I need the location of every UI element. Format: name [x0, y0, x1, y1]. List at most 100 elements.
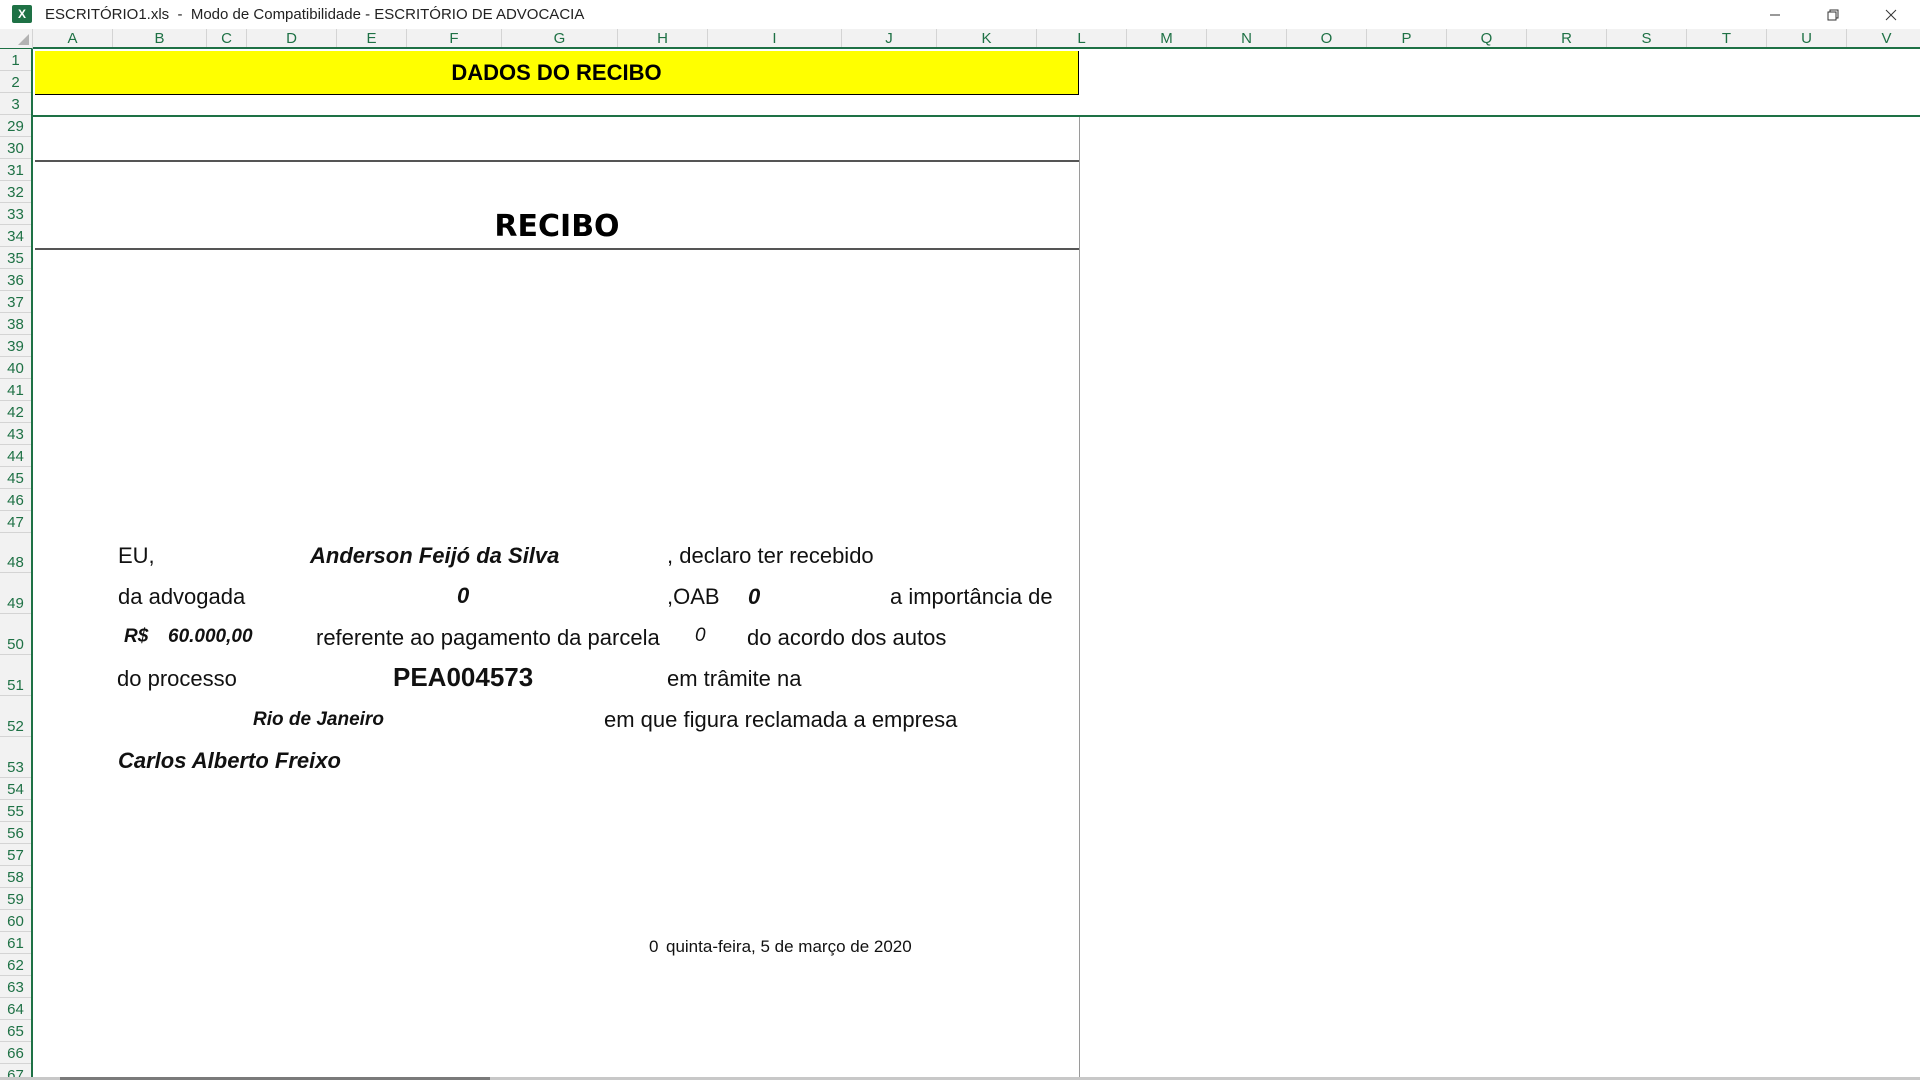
- recibo-title[interactable]: RECIBO: [35, 209, 1079, 244]
- row-header-29[interactable]: 29: [0, 115, 31, 137]
- column-header-q[interactable]: Q: [1447, 29, 1527, 47]
- row-header-40[interactable]: 40: [0, 357, 31, 379]
- row-header-63[interactable]: 63: [0, 976, 31, 998]
- column-header-t[interactable]: T: [1687, 29, 1767, 47]
- oab-label[interactable]: ,OAB: [667, 584, 720, 610]
- row-header-3[interactable]: 3: [0, 93, 31, 115]
- column-header-l[interactable]: L: [1037, 29, 1127, 47]
- restore-icon: [1827, 9, 1839, 20]
- amount-value[interactable]: 60.000,00: [168, 626, 253, 648]
- spreadsheet-grid: ABCDEFGHIJKLMNOPQRSTUV 1 2 3 29 30 31 32 33 34 35…: [0, 29, 1920, 1080]
- importancia-text[interactable]: a importância de: [890, 584, 1053, 610]
- column-header-v[interactable]: V: [1847, 29, 1920, 47]
- row-header-37[interactable]: 37: [0, 291, 31, 313]
- column-header-e[interactable]: E: [337, 29, 407, 47]
- processo-label[interactable]: do processo: [117, 666, 237, 692]
- row-header-64[interactable]: 64: [0, 998, 31, 1020]
- declaro-text[interactable]: , declaro ter recebido: [667, 543, 874, 569]
- row-header-65[interactable]: 65: [0, 1020, 31, 1042]
- referente-text[interactable]: referente ao pagamento da parcela: [316, 625, 660, 651]
- advogada-value[interactable]: 0: [457, 583, 469, 609]
- recibo-bottom-border: [35, 248, 1079, 250]
- excel-icon: X: [12, 5, 32, 23]
- row-header-47[interactable]: 47: [0, 511, 31, 533]
- column-header-j[interactable]: J: [842, 29, 937, 47]
- row-header-44[interactable]: 44: [0, 445, 31, 467]
- eu-label[interactable]: EU,: [118, 543, 155, 569]
- column-header-s[interactable]: S: [1607, 29, 1687, 47]
- select-all-button[interactable]: [0, 29, 33, 49]
- row-header-53[interactable]: 53: [0, 737, 31, 778]
- tramite-text[interactable]: em trâmite na: [667, 666, 802, 692]
- column-header-c[interactable]: C: [207, 29, 247, 47]
- close-button[interactable]: [1862, 0, 1920, 29]
- receipt-date[interactable]: quinta-feira, 5 de março de 2020: [666, 937, 912, 957]
- row-header-36[interactable]: 36: [0, 269, 31, 291]
- acordo-text[interactable]: do acordo dos autos: [747, 625, 946, 651]
- empresa-value[interactable]: Carlos Alberto Freixo: [118, 748, 341, 774]
- column-header-k[interactable]: K: [937, 29, 1037, 47]
- print-area-border: [1079, 117, 1080, 1080]
- row-header-42[interactable]: 42: [0, 401, 31, 423]
- row-header-55[interactable]: 55: [0, 800, 31, 822]
- row-header-39[interactable]: 39: [0, 335, 31, 357]
- row-header-35[interactable]: 35: [0, 247, 31, 269]
- local-value[interactable]: Rio de Janeiro: [253, 709, 384, 731]
- row-header-30[interactable]: 30: [0, 137, 31, 159]
- column-header-f[interactable]: F: [407, 29, 502, 47]
- close-icon: [1885, 9, 1897, 20]
- column-header-h[interactable]: H: [618, 29, 708, 47]
- row-header-54[interactable]: 54: [0, 778, 31, 800]
- oab-value[interactable]: 0: [748, 584, 760, 610]
- advogada-label[interactable]: da advogada: [118, 584, 245, 610]
- row-header-62[interactable]: 62: [0, 954, 31, 976]
- restore-button[interactable]: [1804, 0, 1862, 29]
- column-header-a[interactable]: A: [33, 29, 113, 47]
- minimize-button[interactable]: [1746, 0, 1804, 29]
- column-header-o[interactable]: O: [1287, 29, 1367, 47]
- row-header-61[interactable]: 61: [0, 932, 31, 954]
- declarant-name[interactable]: Anderson Feijó da Silva: [310, 543, 559, 569]
- date-prefix[interactable]: 0: [649, 937, 658, 957]
- row-header-33[interactable]: 33: [0, 203, 31, 225]
- row-header-50[interactable]: 50: [0, 614, 31, 655]
- column-header-u[interactable]: U: [1767, 29, 1847, 47]
- column-header-b[interactable]: B: [113, 29, 207, 47]
- row-header-52[interactable]: 52: [0, 696, 31, 737]
- reclamada-text[interactable]: em que figura reclamada a empresa: [604, 707, 957, 733]
- row-header-60[interactable]: 60: [0, 910, 31, 932]
- row-header-31[interactable]: 31: [0, 159, 31, 181]
- row-header-58[interactable]: 58: [0, 866, 31, 888]
- row-header-32[interactable]: 32: [0, 181, 31, 203]
- recibo-top-border: [35, 160, 1079, 162]
- row-header-1[interactable]: 1: [0, 49, 31, 71]
- row-header-38[interactable]: 38: [0, 313, 31, 335]
- currency-symbol[interactable]: R$: [124, 626, 148, 648]
- row-header-57[interactable]: 57: [0, 844, 31, 866]
- sheet-area[interactable]: DADOS DO RECIBO RECIBO EU, Anderson Feij…: [33, 51, 1920, 1080]
- row-header-46[interactable]: 46: [0, 489, 31, 511]
- row-header-48[interactable]: 48: [0, 533, 31, 573]
- row-header-51[interactable]: 51: [0, 655, 31, 696]
- row-header-66[interactable]: 66: [0, 1042, 31, 1064]
- row-header-59[interactable]: 59: [0, 888, 31, 910]
- row-headers: 1 2 3 29 30 31 32 33 34 35 36 37 38 39 40 41 42 43 44 45 46 4…: [0, 49, 33, 1080]
- row-header-2[interactable]: 2: [0, 71, 31, 93]
- parcela-value[interactable]: 0: [695, 625, 706, 647]
- row-header-43[interactable]: 43: [0, 423, 31, 445]
- row-header-34[interactable]: 34: [0, 225, 31, 247]
- row-header-49[interactable]: 49: [0, 573, 31, 614]
- banner-title[interactable]: DADOS DO RECIBO: [35, 51, 1079, 95]
- processo-value[interactable]: PEA004573: [393, 662, 533, 693]
- column-header-d[interactable]: D: [247, 29, 337, 47]
- row-header-56[interactable]: 56: [0, 822, 31, 844]
- column-header-m[interactable]: M: [1127, 29, 1207, 47]
- row-header-41[interactable]: 41: [0, 379, 31, 401]
- column-header-r[interactable]: R: [1527, 29, 1607, 47]
- column-header-p[interactable]: P: [1367, 29, 1447, 47]
- column-header-n[interactable]: N: [1207, 29, 1287, 47]
- column-header-i[interactable]: I: [708, 29, 842, 47]
- column-header-g[interactable]: G: [502, 29, 618, 47]
- select-all-icon: [18, 34, 29, 45]
- row-header-45[interactable]: 45: [0, 467, 31, 489]
